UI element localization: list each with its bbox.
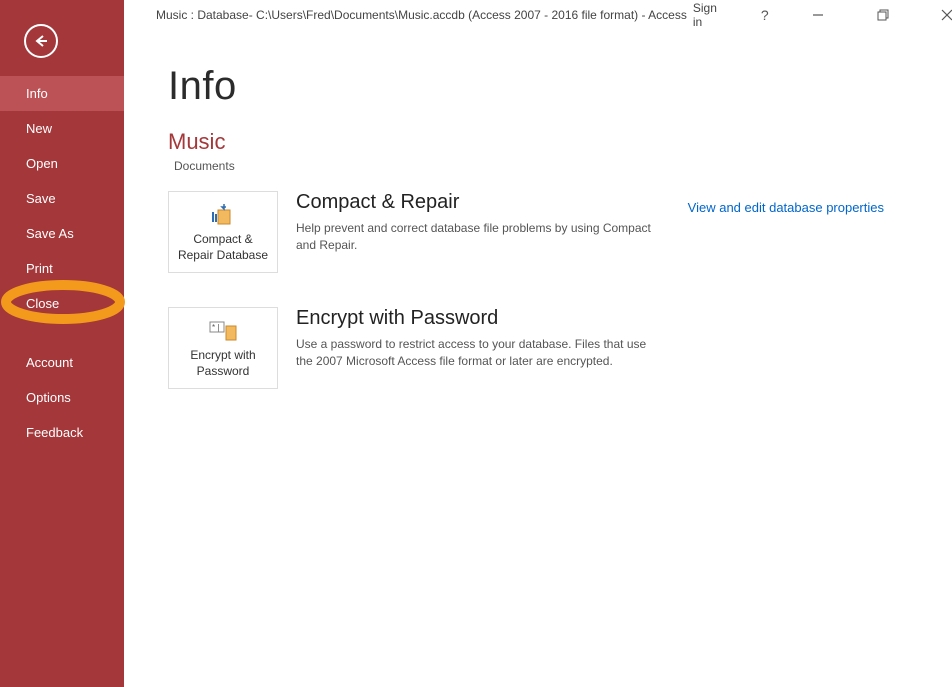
- encrypt-icon: * |: [207, 318, 239, 342]
- svg-text:* |: * |: [212, 323, 219, 332]
- nav-save-as[interactable]: Save As: [0, 216, 124, 251]
- encrypt-desc: Use a password to restrict access to you…: [296, 336, 666, 370]
- backstage-nav: Info New Open Save Save As Print Close A…: [0, 76, 124, 450]
- encrypt-button-label: Encrypt with Password: [175, 348, 271, 379]
- encrypt-heading: Encrypt with Password: [296, 307, 666, 330]
- nav-account[interactable]: Account: [0, 345, 124, 380]
- nav-close[interactable]: Close: [0, 286, 124, 321]
- encrypt-section: * | Encrypt with Password Encrypt with P…: [168, 307, 928, 389]
- database-name: Music: [168, 129, 928, 155]
- nav-close-label: Close: [26, 296, 59, 311]
- view-properties-link[interactable]: View and edit database properties: [688, 200, 884, 215]
- nav-print[interactable]: Print: [0, 251, 124, 286]
- app-window: Music : Database- C:\Users\Fred\Document…: [0, 0, 952, 687]
- nav-feedback[interactable]: Feedback: [0, 415, 124, 450]
- annotation-ellipse: [0, 279, 130, 325]
- backstage-sidebar: Info New Open Save Save As Print Close A…: [0, 0, 124, 687]
- back-button[interactable]: [24, 24, 58, 58]
- database-path: Documents: [168, 159, 928, 173]
- page-title: Info: [168, 64, 928, 109]
- encrypt-button[interactable]: * | Encrypt with Password: [168, 307, 278, 389]
- compact-repair-icon: [207, 202, 239, 226]
- nav-open[interactable]: Open: [0, 146, 124, 181]
- nav-info[interactable]: Info: [0, 76, 124, 111]
- back-arrow-icon: [33, 33, 49, 49]
- nav-options[interactable]: Options: [0, 380, 124, 415]
- compact-heading: Compact & Repair: [296, 191, 666, 214]
- nav-new[interactable]: New: [0, 111, 124, 146]
- compact-repair-button-label: Compact & Repair Database: [175, 232, 271, 263]
- nav-save[interactable]: Save: [0, 181, 124, 216]
- main-content: Info Music Documents View and edit datab…: [124, 0, 952, 687]
- compact-repair-button[interactable]: Compact & Repair Database: [168, 191, 278, 273]
- compact-desc: Help prevent and correct database file p…: [296, 220, 666, 254]
